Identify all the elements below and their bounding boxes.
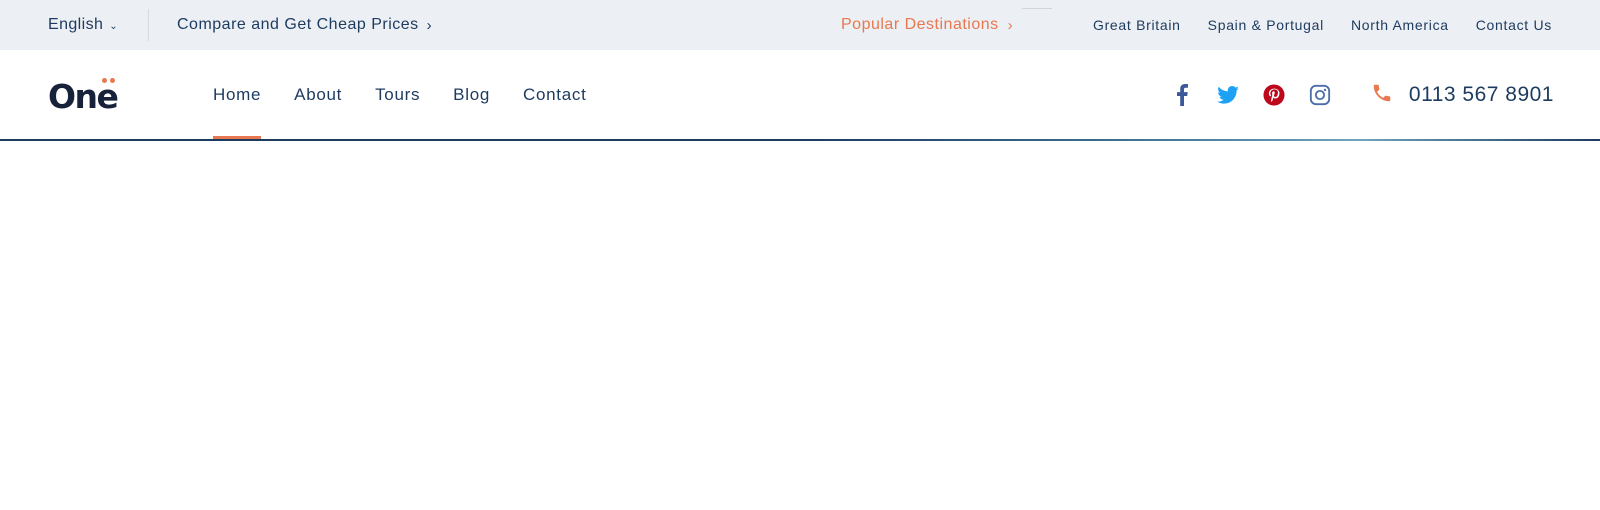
link-spain-portugal[interactable]: Spain & Portugal (1208, 17, 1324, 33)
link-north-america[interactable]: North America (1351, 17, 1449, 33)
link-contact-us[interactable]: Contact Us (1476, 17, 1552, 33)
nav-blog[interactable]: Blog (453, 50, 490, 140)
facebook-icon[interactable] (1170, 83, 1194, 107)
topbar-divider (148, 9, 149, 41)
nav-contact[interactable]: Contact (523, 50, 587, 140)
compare-prices-link[interactable]: Compare and Get Cheap Prices › (177, 0, 432, 50)
language-selector[interactable]: English ⌄ (48, 0, 118, 50)
chevron-down-icon: ⌄ (109, 20, 119, 32)
popular-divider (1022, 8, 1052, 9)
compare-prices-label: Compare and Get Cheap Prices (177, 16, 419, 33)
nav-tours[interactable]: Tours (375, 50, 420, 140)
instagram-icon[interactable] (1308, 83, 1332, 107)
language-label: English (48, 16, 104, 33)
logo-dots (102, 77, 115, 83)
nav-home[interactable]: Home (213, 50, 262, 140)
phone-number: 0113 567 8901 (1408, 83, 1554, 106)
chevron-right-icon: › (426, 16, 433, 34)
logo[interactable]: One (48, 76, 119, 116)
twitter-icon[interactable] (1216, 83, 1240, 107)
logo-text: One (48, 77, 119, 116)
main-nav: Home About Tours Blog Contact (213, 50, 587, 140)
nav-about[interactable]: About (294, 50, 342, 140)
phone-icon (1371, 82, 1393, 109)
chevron-right-icon: › (1007, 16, 1014, 34)
pinterest-icon[interactable] (1262, 83, 1286, 107)
popular-destinations-label: Popular Destinations (841, 16, 999, 33)
main-header: One Home About Tours Blog Contact 0113 5… (0, 50, 1600, 140)
phone-contact[interactable]: 0113 567 8901 (1371, 50, 1554, 140)
page-content (0, 141, 1600, 510)
social-links (1170, 80, 1332, 110)
link-great-britain[interactable]: Great Britain (1093, 17, 1181, 33)
popular-destinations-link[interactable]: Popular Destinations › (841, 0, 1013, 50)
destination-links: Great Britain Spain & Portugal North Ame… (1093, 0, 1552, 50)
top-bar: English ⌄ Compare and Get Cheap Prices ›… (0, 0, 1600, 50)
